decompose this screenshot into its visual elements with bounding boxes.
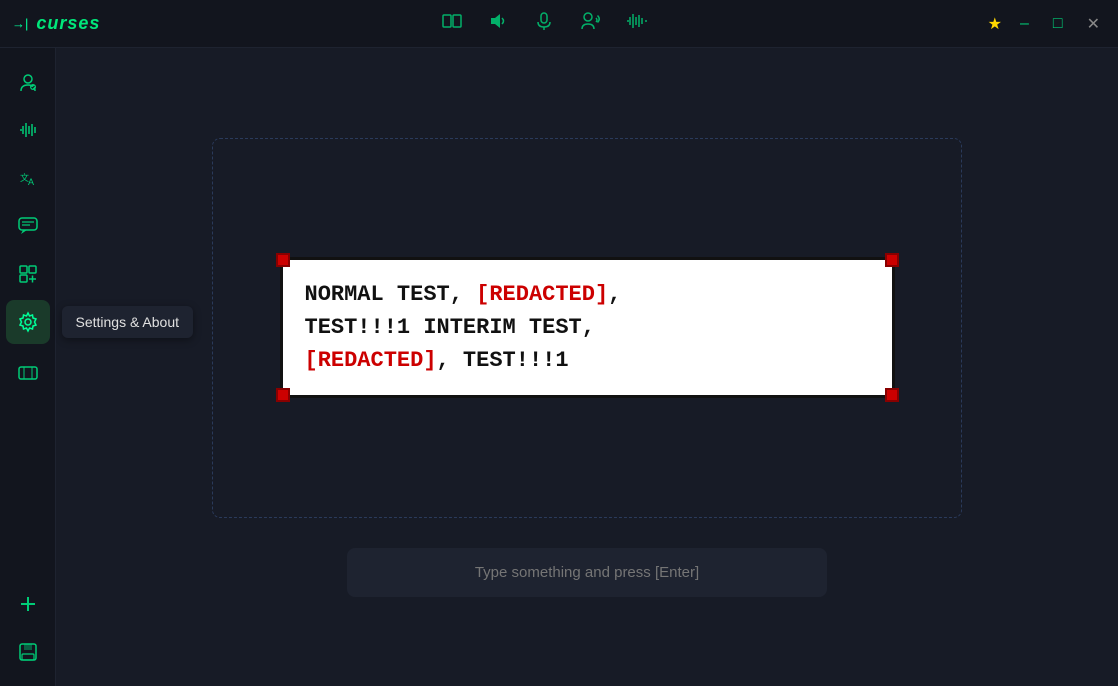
sidebar-item-audio[interactable] [6,108,50,152]
logo-arrow-icon: →| [12,16,28,31]
sidebar-item-plugins[interactable] [6,252,50,296]
svg-text:A: A [28,177,34,187]
caption-line2: TEST!!!1 INTERIM TEST, [305,315,595,340]
caption-box: NORMAL TEST, [REDACTED], TEST!!!1 INTERI… [280,257,895,398]
maximize-button[interactable]: □ [1047,11,1069,37]
caption-line3: [REDACTED], TEST!!!1 [305,348,569,373]
sidebar: 文 A Settings & [0,48,56,686]
main-layout: 文 A Settings & [0,48,1118,686]
app-logo: curses [36,13,100,34]
sidebar-item-save[interactable] [6,630,50,674]
sidebar-bottom [6,582,50,674]
text-input[interactable] [347,548,827,597]
sidebar-item-chat[interactable] [6,204,50,248]
sidebar-item-display[interactable] [6,352,50,396]
split-icon[interactable] [441,10,463,37]
microphone-icon[interactable] [533,10,555,37]
titlebar: →| curses [0,0,1118,48]
redacted-1: [REDACTED] [476,282,608,307]
pin-icon[interactable]: ★ [988,14,1002,34]
corner-br [885,388,899,402]
corner-bl [276,388,290,402]
sidebar-item-avatar[interactable] [6,60,50,104]
waveform-icon[interactable] [625,10,647,37]
content-area: NORMAL TEST, [REDACTED], TEST!!!1 INTERI… [56,48,1118,686]
sidebar-item-translate[interactable]: 文 A [6,156,50,200]
input-area [347,548,827,597]
close-button[interactable]: ✕ [1081,10,1106,38]
user-voice-icon[interactable] [579,10,601,37]
sidebar-item-add[interactable] [6,582,50,626]
sidebar-item-settings[interactable]: Settings & About [6,300,50,344]
titlebar-right: ★ – □ ✕ [988,10,1106,38]
caption-text: NORMAL TEST, [REDACTED], TEST!!!1 INTERI… [305,278,870,377]
preview-area: NORMAL TEST, [REDACTED], TEST!!!1 INTERI… [212,138,962,518]
redacted-2: [REDACTED] [305,348,437,373]
minimize-button[interactable]: – [1014,11,1035,37]
corner-tr [885,253,899,267]
caption-line1: NORMAL TEST, [REDACTED], [305,282,622,307]
volume-icon[interactable] [487,10,509,37]
corner-tl [276,253,290,267]
titlebar-center [441,10,647,37]
titlebar-left: →| curses [12,13,100,34]
